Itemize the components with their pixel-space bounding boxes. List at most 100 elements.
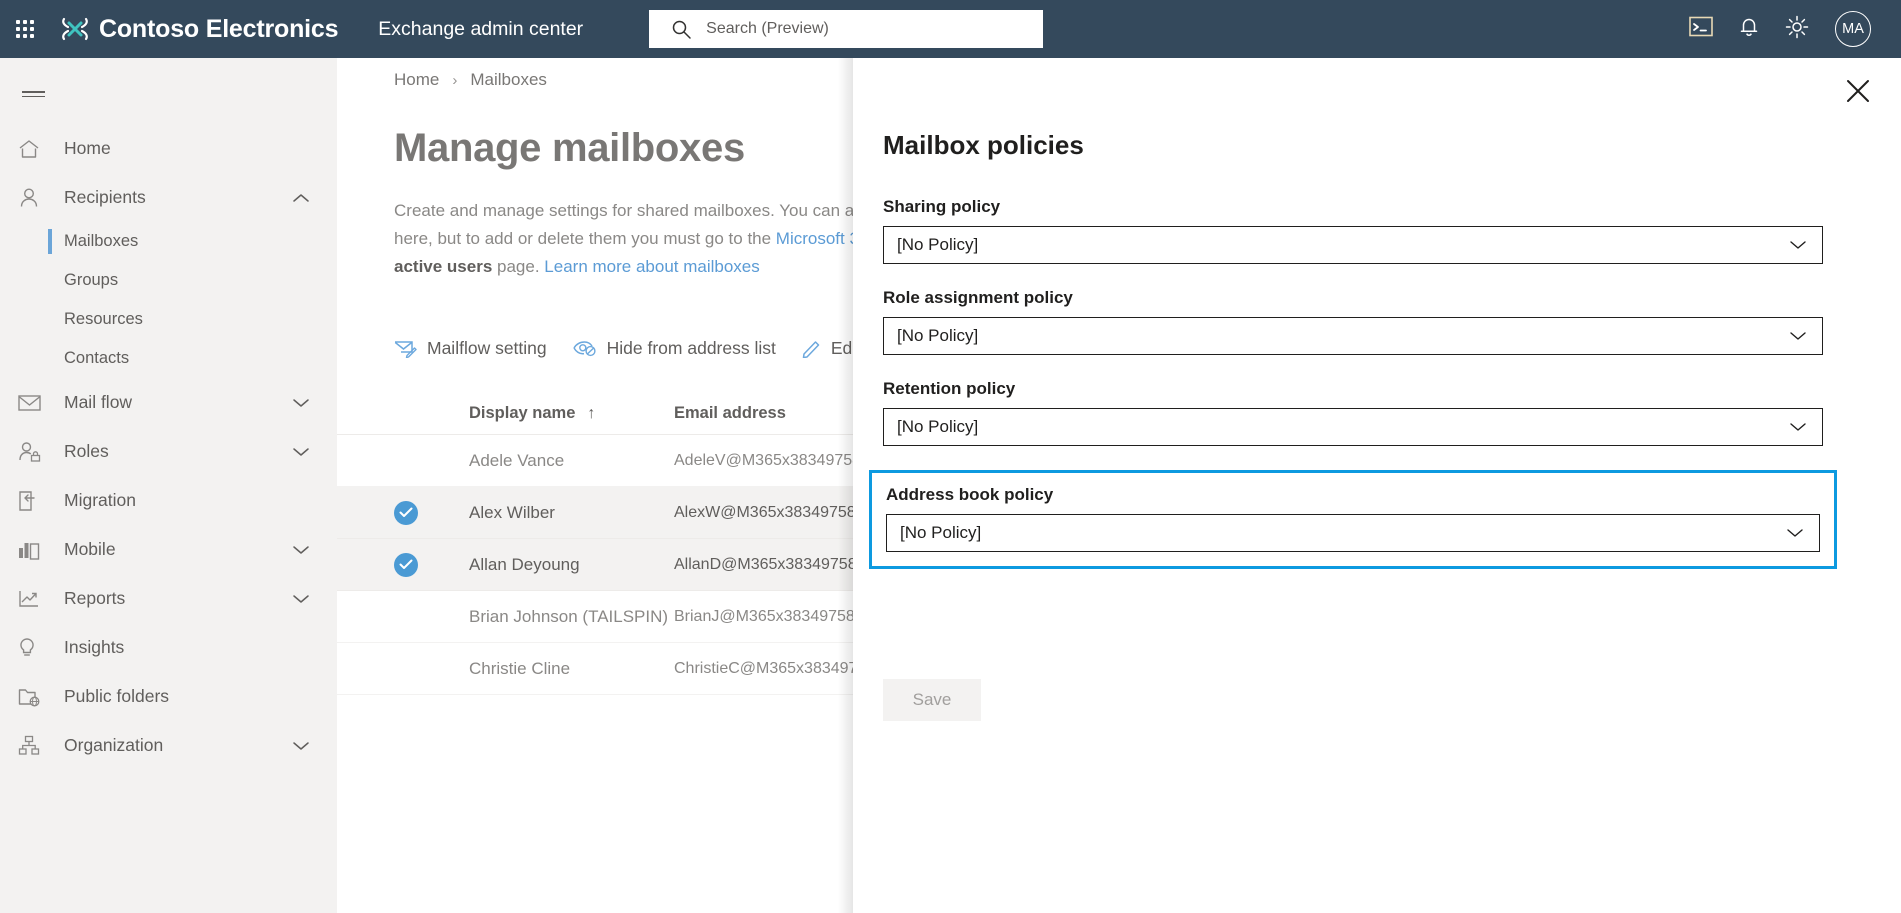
mailbox-policies-panel: Mailbox policies Sharing policy [No Poli… bbox=[853, 58, 1901, 913]
breadcrumb-home[interactable]: Home bbox=[394, 70, 439, 90]
close-icon bbox=[1846, 79, 1870, 108]
sidebar-subitem-label: Contacts bbox=[64, 349, 130, 367]
hide-from-address-list-button[interactable]: Hide from address list bbox=[572, 337, 776, 359]
mailflow-setting-button[interactable]: Mailflow setting bbox=[394, 338, 547, 359]
sidebar-item-roles[interactable]: Roles bbox=[0, 427, 337, 476]
bell-icon bbox=[1738, 15, 1760, 44]
sidebar-item-label: Organization bbox=[64, 735, 164, 755]
sidebar-item-label: Home bbox=[64, 138, 111, 158]
chevron-down-icon bbox=[1790, 422, 1806, 432]
sidebar-item-resources[interactable]: Resources bbox=[0, 300, 337, 339]
app-launcher-button[interactable] bbox=[0, 0, 50, 58]
field-label: Role assignment policy bbox=[883, 288, 1073, 307]
checkmark-icon bbox=[394, 552, 418, 577]
chevron-down-icon[interactable] bbox=[293, 447, 309, 457]
sharing-policy-dropdown[interactable]: [No Policy] bbox=[883, 226, 1823, 264]
dropdown-value: [No Policy] bbox=[897, 235, 979, 254]
home-icon bbox=[18, 135, 48, 163]
row-checkbox[interactable] bbox=[394, 552, 469, 577]
suite-header-actions: MA bbox=[1677, 0, 1901, 58]
sidebar-item-home[interactable]: Home bbox=[0, 124, 337, 173]
retention-policy-dropdown[interactable]: [No Policy] bbox=[883, 408, 1823, 446]
sidebar-item-mail-flow[interactable]: Mail flow bbox=[0, 378, 337, 427]
migration-icon bbox=[18, 487, 48, 515]
breadcrumb-current[interactable]: Mailboxes bbox=[470, 70, 547, 90]
sidebar-item-label: Roles bbox=[64, 441, 109, 461]
panel-footer: Save bbox=[883, 679, 1823, 721]
checkmark-icon bbox=[394, 500, 418, 525]
column-header-label: Email address bbox=[674, 404, 786, 422]
sidebar-item-public-folders[interactable]: Public folders bbox=[0, 672, 337, 721]
role-assignment-policy-field: Role assignment policy [No Policy] bbox=[883, 288, 1823, 355]
sharing-policy-field: Sharing policy [No Policy] bbox=[883, 197, 1823, 264]
sidebar-subitem-label: Groups bbox=[64, 271, 119, 289]
eye-hide-icon bbox=[572, 339, 597, 357]
address-book-policy-dropdown[interactable]: [No Policy] bbox=[886, 514, 1820, 552]
mobile-icon bbox=[18, 536, 48, 564]
brand[interactable]: Contoso Electronics bbox=[60, 15, 338, 44]
sidebar-item-groups[interactable]: Groups bbox=[0, 261, 337, 300]
sidebar-item-mobile[interactable]: Mobile bbox=[0, 525, 337, 574]
address-book-policy-field: Address book policy [No Policy] bbox=[869, 470, 1837, 569]
settings-button[interactable] bbox=[1773, 0, 1821, 58]
sidebar-item-reports[interactable]: Reports bbox=[0, 574, 337, 623]
column-header-display-name[interactable]: Display name ↑ bbox=[469, 404, 674, 423]
suite-header: Contoso Electronics Exchange admin cente… bbox=[0, 0, 1901, 58]
chevron-down-icon[interactable] bbox=[293, 398, 309, 408]
sidebar-subitem-label: Mailboxes bbox=[64, 232, 139, 250]
sidebar-item-label: Reports bbox=[64, 588, 126, 608]
contoso-logo-icon bbox=[60, 15, 90, 43]
gear-icon bbox=[1785, 15, 1809, 44]
sidebar-item-label: Mobile bbox=[64, 539, 116, 559]
mail-edit-icon bbox=[394, 339, 417, 358]
chevron-down-icon bbox=[1787, 528, 1803, 538]
sidebar-item-label: Migration bbox=[64, 490, 136, 510]
field-label: Sharing policy bbox=[883, 197, 1001, 216]
chevron-down-icon[interactable] bbox=[293, 545, 309, 555]
cell-display-name: Allan Deyoung bbox=[469, 554, 580, 574]
chevron-down-icon[interactable] bbox=[293, 741, 309, 751]
sidebar-item-organization[interactable]: Organization bbox=[0, 721, 337, 770]
chevron-up-icon[interactable] bbox=[293, 193, 309, 203]
save-button[interactable]: Save bbox=[883, 679, 981, 721]
description-bold-active-users: active users bbox=[394, 257, 493, 276]
person-icon bbox=[18, 184, 48, 212]
cell-display-name: Christie Cline bbox=[469, 658, 571, 678]
nav-collapse-button[interactable] bbox=[22, 70, 70, 118]
app-title: Exchange admin center bbox=[378, 17, 584, 40]
close-panel-button[interactable] bbox=[1837, 72, 1879, 114]
sidebar-item-contacts[interactable]: Contacts bbox=[0, 339, 337, 378]
learn-more-link[interactable]: Learn more about mailboxes bbox=[544, 257, 759, 276]
dropdown-value: [No Policy] bbox=[897, 417, 979, 436]
panel-title: Mailbox policies bbox=[883, 130, 1084, 160]
cell-display-name: Brian Johnson (TAILSPIN) bbox=[469, 606, 669, 626]
row-checkbox[interactable] bbox=[394, 500, 469, 525]
chevron-down-icon bbox=[1790, 240, 1806, 250]
person-lock-icon bbox=[18, 438, 48, 466]
chevron-down-icon[interactable] bbox=[293, 594, 309, 604]
public-folder-icon bbox=[18, 683, 48, 711]
search-input[interactable] bbox=[704, 10, 1032, 48]
cell-display-name: Adele Vance bbox=[469, 450, 565, 470]
toolbar-label: Hide from address list bbox=[606, 337, 776, 358]
pencil-icon bbox=[802, 339, 821, 358]
search-box[interactable] bbox=[649, 10, 1044, 48]
envelope-icon bbox=[18, 389, 48, 417]
avatar[interactable]: MA bbox=[1835, 11, 1871, 47]
console-button[interactable] bbox=[1677, 0, 1725, 58]
hamburger-icon bbox=[22, 88, 70, 100]
field-label: Retention policy bbox=[883, 379, 1016, 398]
sidebar-item-label: Public folders bbox=[64, 686, 170, 706]
sort-ascending-icon: ↑ bbox=[587, 404, 596, 422]
brand-name: Contoso Electronics bbox=[99, 14, 339, 43]
sidebar-item-migration[interactable]: Migration bbox=[0, 476, 337, 525]
sidebar-item-insights[interactable]: Insights bbox=[0, 623, 337, 672]
sidebar-item-recipients[interactable]: Recipients bbox=[0, 173, 337, 222]
retention-policy-field: Retention policy [No Policy] bbox=[883, 379, 1823, 446]
cell-display-name: Alex Wilber bbox=[469, 502, 555, 522]
sidebar-item-mailboxes[interactable]: Mailboxes bbox=[0, 222, 337, 261]
description-text-3: page. bbox=[492, 257, 545, 276]
sidebar: Home Recipients Mailboxes Groups Resourc… bbox=[0, 58, 337, 913]
role-assignment-policy-dropdown[interactable]: [No Policy] bbox=[883, 317, 1823, 355]
notifications-button[interactable] bbox=[1725, 0, 1773, 58]
